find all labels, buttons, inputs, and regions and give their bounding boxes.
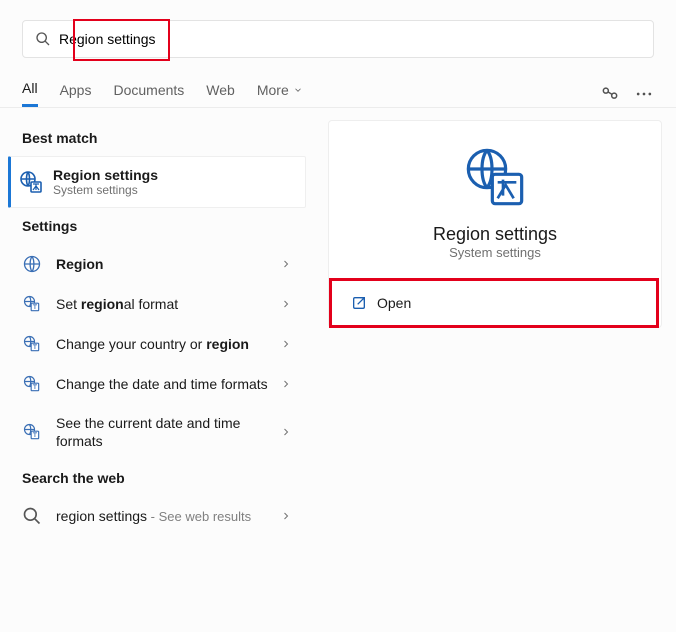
open-action[interactable]: Open xyxy=(337,285,653,321)
section-header-settings: Settings xyxy=(0,208,314,244)
best-match-title: Region settings xyxy=(53,167,158,183)
settings-item-change-date-time[interactable]: Change the date and time formats xyxy=(0,364,314,404)
share-target-icon[interactable] xyxy=(600,84,620,104)
main-content: Best match Region settings System settin… xyxy=(0,108,676,632)
globe-icon xyxy=(22,254,42,274)
settings-item-label: Change the date and time formats xyxy=(56,375,280,393)
globe-translate-icon xyxy=(22,422,42,442)
chevron-right-icon xyxy=(280,338,292,350)
best-match-subtitle: System settings xyxy=(53,183,158,197)
preview-column: Region settings System settings Open xyxy=(314,108,676,632)
chevron-right-icon xyxy=(280,378,292,390)
web-result-item[interactable]: region settings - See web results xyxy=(0,496,314,536)
settings-item-regional-format[interactable]: Set regional format xyxy=(0,284,314,324)
tab-more[interactable]: More xyxy=(257,82,303,106)
chevron-right-icon xyxy=(280,298,292,310)
globe-translate-icon xyxy=(463,145,527,209)
settings-item-change-country[interactable]: Change your country or region xyxy=(0,324,314,364)
tab-all[interactable]: All xyxy=(22,80,38,107)
settings-item-region[interactable]: Region xyxy=(0,244,314,284)
tab-apps[interactable]: Apps xyxy=(60,82,92,106)
section-header-best-match: Best match xyxy=(0,120,314,156)
more-options-icon[interactable] xyxy=(634,84,654,104)
settings-item-label: See the current date and time formats xyxy=(56,414,280,450)
tab-web[interactable]: Web xyxy=(206,82,235,106)
best-match-result[interactable]: Region settings System settings xyxy=(8,156,306,208)
settings-item-label: Change your country or region xyxy=(56,335,280,353)
chevron-right-icon xyxy=(280,426,292,438)
chevron-down-icon xyxy=(293,85,303,95)
open-external-icon xyxy=(351,295,367,311)
tabs-row: All Apps Documents Web More xyxy=(0,58,676,108)
tab-documents[interactable]: Documents xyxy=(113,82,184,106)
web-result-label: region settings - See web results xyxy=(56,507,280,526)
search-icon xyxy=(22,506,42,526)
globe-translate-icon xyxy=(22,374,42,394)
tab-more-label: More xyxy=(257,82,289,98)
preview-subtitle: System settings xyxy=(329,245,661,260)
preview-title: Region settings xyxy=(329,224,661,245)
globe-translate-icon xyxy=(19,170,43,194)
settings-item-see-date-time[interactable]: See the current date and time formats xyxy=(0,404,314,460)
chevron-right-icon xyxy=(280,258,292,270)
globe-translate-icon xyxy=(22,294,42,314)
search-bar[interactable] xyxy=(22,20,654,58)
search-input[interactable] xyxy=(59,31,641,47)
settings-item-label: Region xyxy=(56,255,280,273)
preview-card: Region settings System settings Open xyxy=(328,120,662,328)
settings-item-label: Set regional format xyxy=(56,295,280,313)
globe-translate-icon xyxy=(22,334,42,354)
search-icon xyxy=(35,31,51,47)
search-window: All Apps Documents Web More Best match xyxy=(0,0,676,632)
chevron-right-icon xyxy=(280,510,292,522)
divider xyxy=(343,278,647,279)
results-column: Best match Region settings System settin… xyxy=(0,108,314,632)
section-header-search-web: Search the web xyxy=(0,460,314,496)
best-match-text: Region settings System settings xyxy=(53,167,158,197)
open-action-label: Open xyxy=(377,295,411,311)
